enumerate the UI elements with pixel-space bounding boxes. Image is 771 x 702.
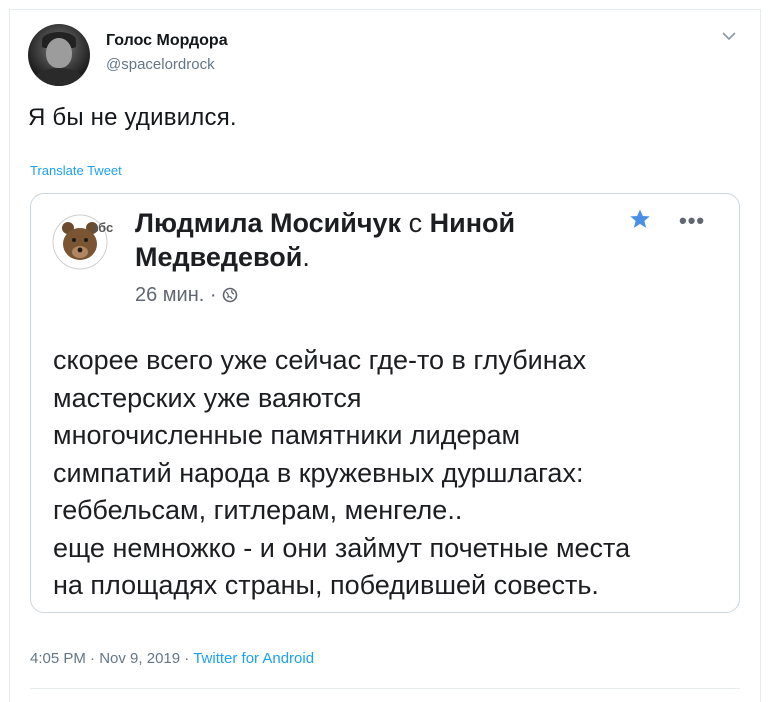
post-dot: · (209, 284, 217, 306)
post-author-name: Людмила Мосийчук (135, 208, 402, 238)
globe-icon (222, 287, 238, 303)
post-body-line: симпатий народа в кружевных дуршлагах: (53, 457, 584, 488)
post-tagged-first: Ниной (429, 208, 516, 238)
author-name[interactable]: Голос Мордора (106, 32, 228, 50)
meta-separator: · (184, 650, 190, 667)
translate-tweet-link[interactable]: Translate Tweet (30, 163, 122, 178)
tweet-source-link[interactable]: Twitter for Android (193, 650, 314, 667)
tweet-date[interactable]: Nov 9, 2019 (99, 650, 180, 667)
tweet-time[interactable]: 4:05 PM (30, 650, 86, 667)
post-body-line: скорее всего уже сейчас где-то в глубина… (53, 345, 587, 375)
divider (30, 688, 740, 689)
post-author-line: Людмила Мосийчук с Ниной Медведевой. (135, 206, 605, 274)
author-avatar[interactable] (28, 24, 90, 86)
post-body: скорее всего уже сейчас где-то в глубина… (53, 342, 723, 605)
post-body-line: геббельсам, гитлерам, менгеле.. (53, 495, 463, 525)
more-options-icon: ••• (679, 208, 706, 233)
avatar-label: збс (92, 220, 113, 235)
post-with-word: с (408, 208, 423, 238)
tweet-text: Я бы не удивился. (28, 104, 237, 131)
meta-separator: · (90, 650, 96, 667)
post-body-line: еще немножко - и они займут почетные мес… (53, 532, 631, 563)
author-handle[interactable]: @spacelordrock (106, 56, 215, 73)
post-period: . (302, 242, 310, 272)
post-time-ago: 26 мин. (135, 284, 205, 306)
post-body-line: многочисленные памятники лидерам (53, 420, 521, 450)
tweet-meta: 4:05 PM · Nov 9, 2019 · Twitter for Andr… (30, 650, 314, 667)
star-icon (630, 209, 650, 228)
embedded-image-card[interactable]: збс Людмила Мосийчук с Ниной Медведевой.… (30, 193, 740, 613)
post-tagged-last: Медведевой (135, 242, 303, 272)
post-timestamp: 26 мин. · (135, 284, 238, 307)
bear-avatar-icon: збс (52, 214, 113, 270)
chevron-down-icon[interactable] (721, 30, 737, 42)
post-body-line: на площадях страны, победившей совесть. (53, 570, 599, 600)
post-body-line: мастерских уже ваяются (53, 382, 362, 413)
